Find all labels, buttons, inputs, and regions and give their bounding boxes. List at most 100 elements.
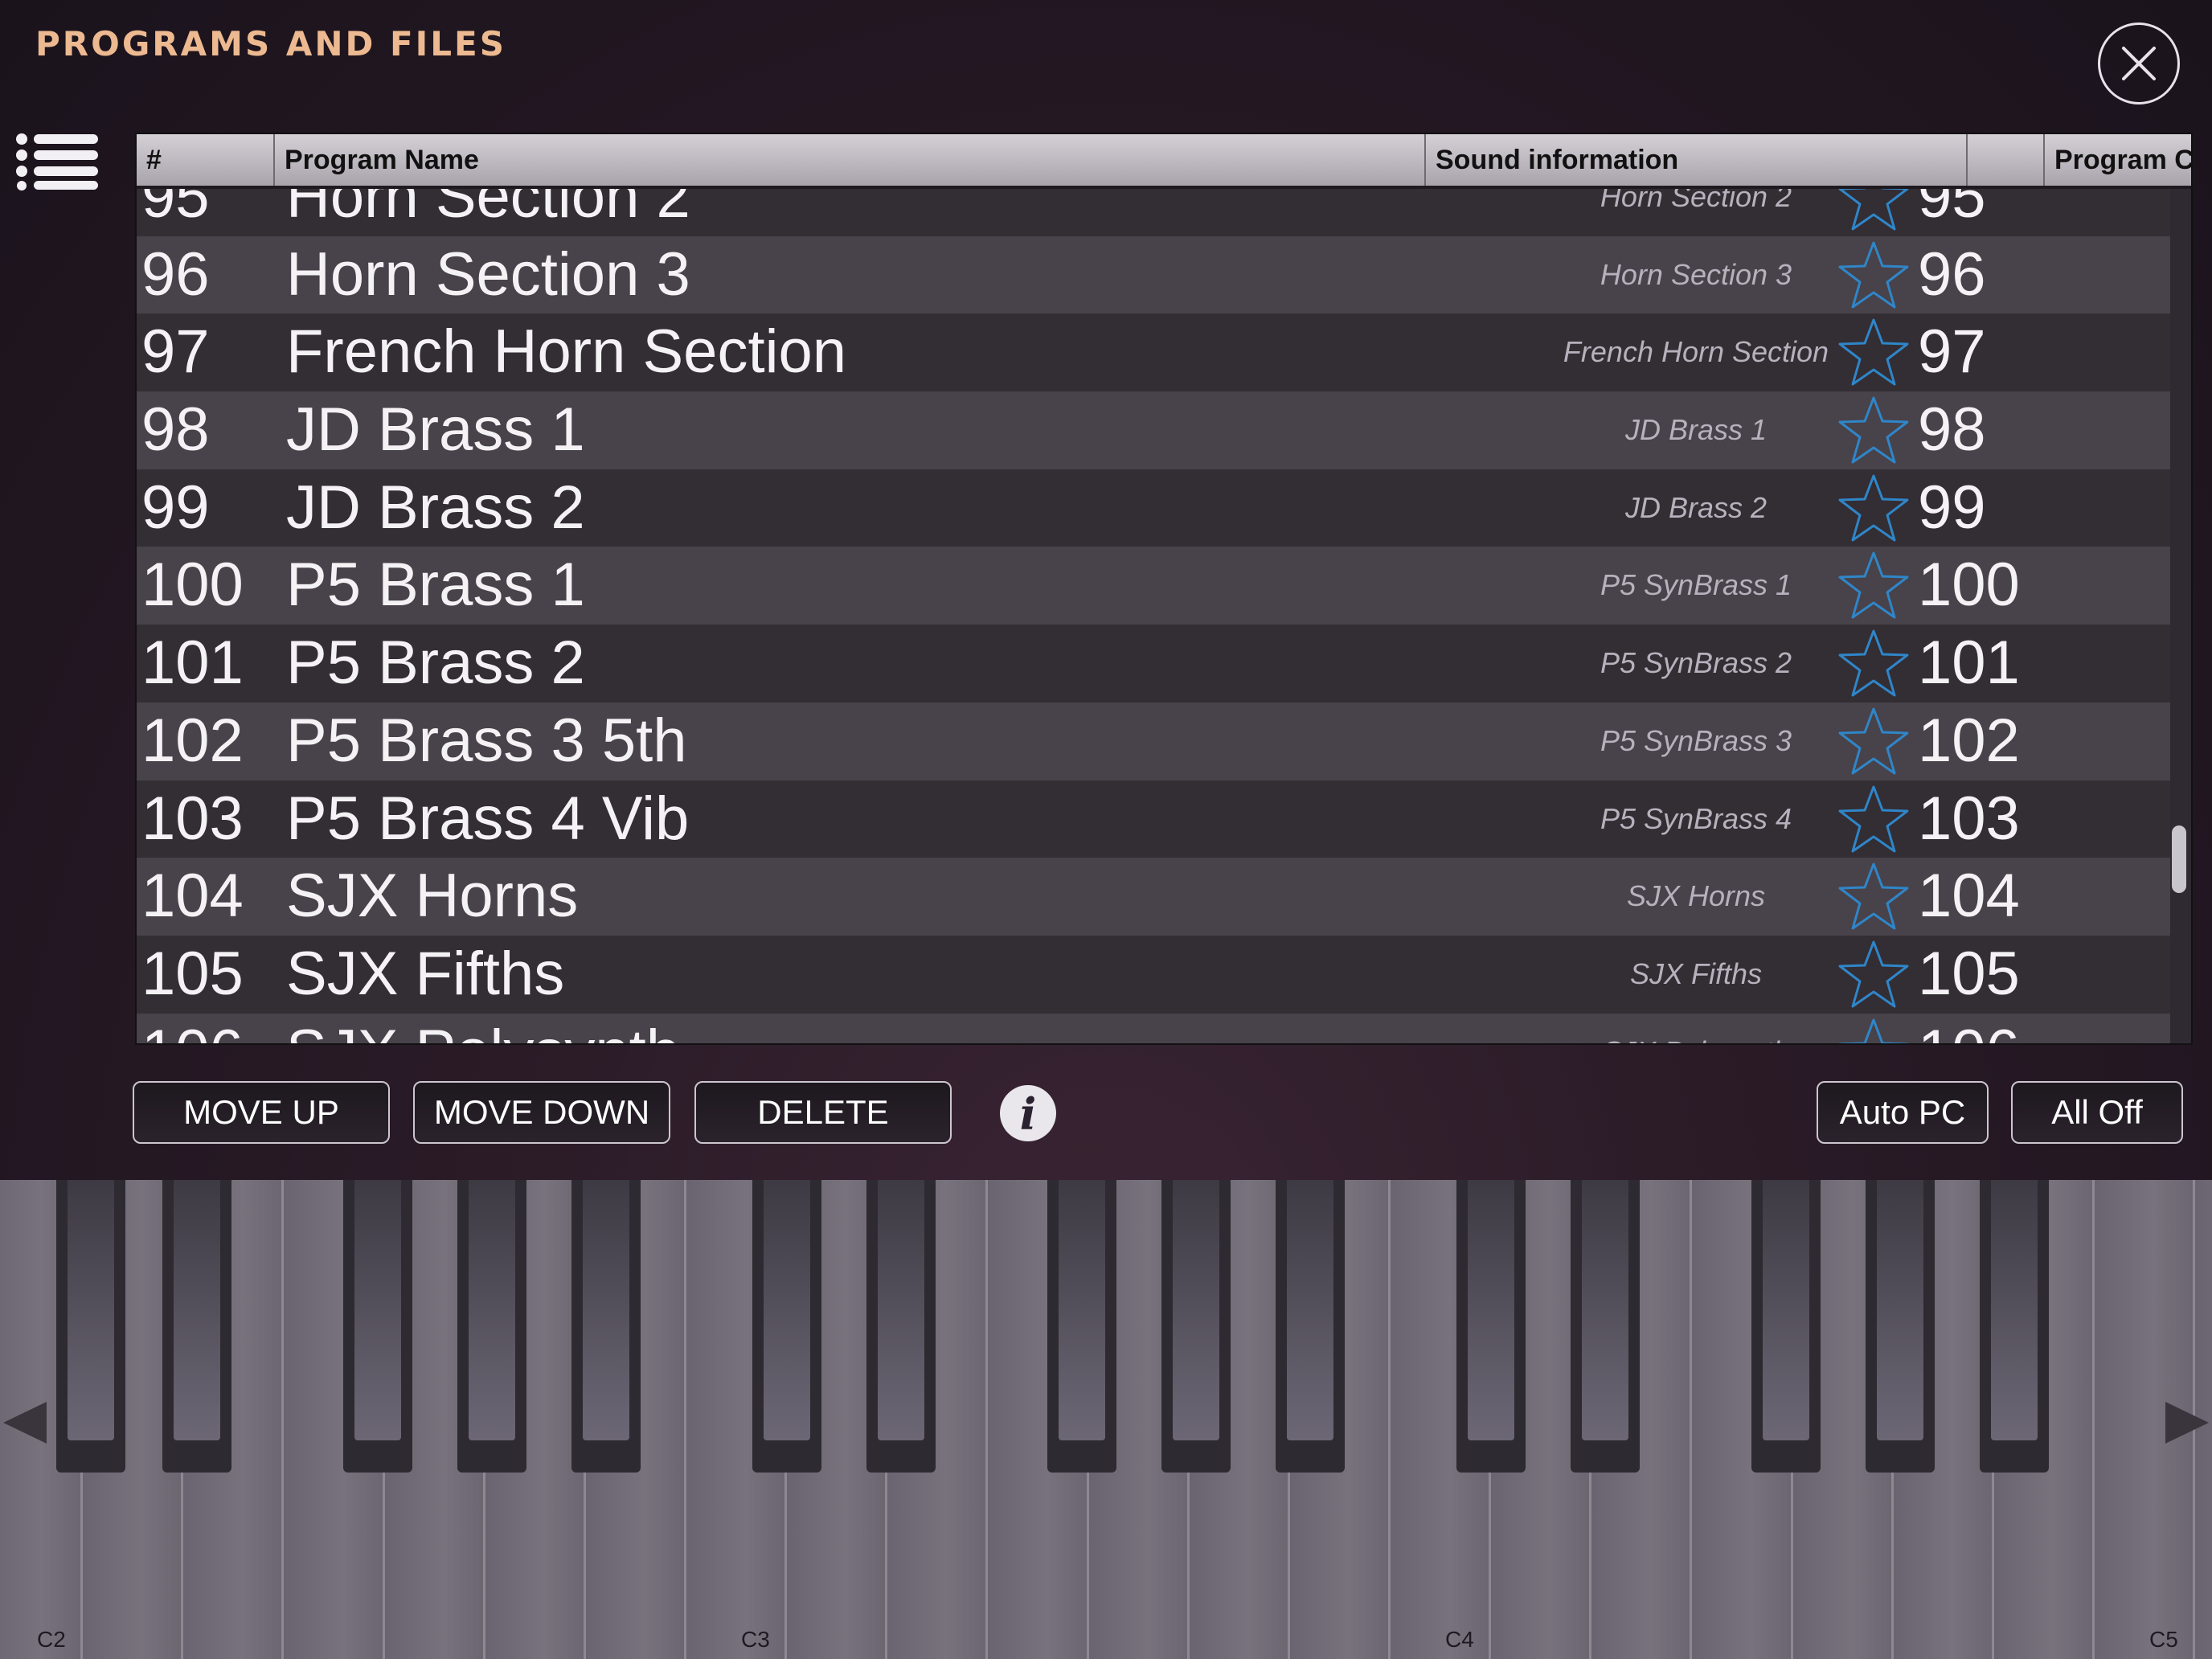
star-outline-icon <box>1838 1018 1909 1043</box>
table-row[interactable]: 102 P5 Brass 3 5th P5 SynBrass 3 102 <box>137 702 2170 780</box>
piano-black-key[interactable] <box>1979 1180 2049 1473</box>
star-outline-icon <box>1838 785 1909 852</box>
programs-panel: PROGRAMS AND FILES # Program Name Sound … <box>0 0 2212 1180</box>
star-outline-icon <box>1838 551 1909 619</box>
program-change-value: 104 <box>1918 862 2020 931</box>
keyboard-scroll-left-button[interactable] <box>0 1391 56 1455</box>
column-header-number[interactable]: # <box>137 134 275 186</box>
all-off-button[interactable]: All Off <box>2011 1081 2183 1144</box>
favorite-toggle[interactable] <box>1833 189 1913 236</box>
program-name: French Horn Section <box>286 317 846 387</box>
table-row[interactable]: 96 Horn Section 3 Horn Section 3 96 <box>137 236 2170 314</box>
table-row[interactable]: 95 Horn Section 2 Horn Section 2 95 <box>137 189 2170 236</box>
close-icon <box>2122 47 2156 80</box>
piano-black-key[interactable] <box>162 1180 231 1473</box>
triangle-left-icon <box>3 1402 47 1444</box>
piano-black-key[interactable] <box>1047 1180 1116 1473</box>
piano-black-key[interactable] <box>752 1180 821 1473</box>
piano-black-key[interactable] <box>1751 1180 1821 1473</box>
info-icon: i <box>1019 1088 1037 1140</box>
table-row[interactable]: 101 P5 Brass 2 P5 SynBrass 2 101 <box>137 625 2170 703</box>
piano-black-key[interactable] <box>56 1180 125 1473</box>
piano-keyboard[interactable] <box>0 1180 2212 1659</box>
column-header-favorite[interactable] <box>1968 134 2045 186</box>
program-number: 104 <box>141 862 244 931</box>
program-change-value: 100 <box>1918 551 2020 620</box>
page-title: PROGRAMS AND FILES <box>35 24 506 63</box>
piano-black-key[interactable] <box>1570 1180 1640 1473</box>
star-outline-icon <box>1838 396 1909 464</box>
piano-black-key[interactable] <box>1161 1180 1231 1473</box>
favorite-toggle[interactable] <box>1833 703 1913 780</box>
table-row[interactable]: 106SJX PolysynthSJX Polysynth106 <box>137 1013 2170 1043</box>
table-row[interactable]: 103 P5 Brass 4 Vib P5 SynBrass 4 103 <box>137 780 2170 858</box>
table-row[interactable]: 104 SJX Horns SJX Horns 104 <box>137 858 2170 936</box>
keyboard-scroll-right-button[interactable] <box>2156 1391 2212 1455</box>
delete-button[interactable]: DELETE <box>694 1081 952 1144</box>
piano-black-key[interactable] <box>343 1180 412 1473</box>
program-change-value: 101 <box>1918 629 2020 698</box>
piano-black-key[interactable] <box>457 1180 526 1473</box>
program-name: JD Brass 1 <box>286 395 585 465</box>
piano-black-key[interactable] <box>866 1180 936 1473</box>
star-outline-icon <box>1838 189 1909 231</box>
table-body[interactable]: 95 Horn Section 2 Horn Section 2 95 96 Horn S… <box>137 189 2170 1043</box>
program-number: 100 <box>141 551 244 620</box>
favorite-toggle[interactable] <box>1833 547 1913 625</box>
column-header-sound-information[interactable]: Sound information <box>1426 134 1968 186</box>
key-label-c3: C3 <box>741 1627 770 1652</box>
table-row[interactable]: 97 French Horn Section French Horn Section… <box>137 313 2170 392</box>
favorite-toggle[interactable] <box>1833 391 1913 469</box>
close-button[interactable] <box>2098 23 2180 104</box>
program-number: 96 <box>141 240 210 309</box>
program-number: 98 <box>141 395 210 465</box>
favorite-toggle[interactable] <box>1833 1014 1913 1043</box>
program-number: 102 <box>141 706 244 775</box>
favorite-toggle[interactable] <box>1833 236 1913 314</box>
program-change-value: 103 <box>1918 784 2020 853</box>
program-number: 106 <box>141 1014 244 1043</box>
table-rows: 95 Horn Section 2 Horn Section 2 95 96 Horn S… <box>137 189 2170 1043</box>
program-change-value: 95 <box>1918 189 1986 231</box>
program-change-value: 106 <box>1918 1014 2020 1043</box>
star-outline-icon <box>1838 241 1909 309</box>
piano-black-key[interactable] <box>571 1180 641 1473</box>
triangle-right-icon <box>2165 1402 2209 1444</box>
move-up-button[interactable]: MOVE UP <box>133 1081 390 1144</box>
key-label-c2: C2 <box>37 1627 66 1652</box>
key-label-c4: C4 <box>1445 1627 1474 1652</box>
table-row[interactable]: 99 JD Brass 2 JD Brass 2 99 <box>137 469 2170 547</box>
table-header: # Program Name Sound information Program… <box>137 134 2191 189</box>
star-outline-icon <box>1838 629 1909 697</box>
column-header-program-change[interactable]: Program Change <box>2045 134 2191 186</box>
program-name: P5 Brass 1 <box>286 551 585 620</box>
program-change-value: 99 <box>1918 473 1986 542</box>
program-number: 99 <box>141 473 210 542</box>
piano-black-key[interactable] <box>1275 1180 1345 1473</box>
program-name: Horn Section 2 <box>286 189 690 231</box>
move-down-button[interactable]: MOVE DOWN <box>413 1081 670 1144</box>
favorite-toggle[interactable] <box>1833 469 1913 547</box>
column-header-program-name[interactable]: Program Name <box>275 134 1426 186</box>
piano-black-key[interactable] <box>1456 1180 1526 1473</box>
favorite-toggle[interactable] <box>1833 936 1913 1014</box>
table-row[interactable]: 98 JD Brass 1 JD Brass 1 98 <box>137 391 2170 469</box>
program-number: 95 <box>141 189 210 231</box>
program-change-value: 105 <box>1918 939 2020 1008</box>
program-name: Horn Section 3 <box>286 240 690 309</box>
piano-black-key[interactable] <box>1865 1180 1935 1473</box>
table-row[interactable]: 105 SJX Fifths SJX Fifths 105 <box>137 935 2170 1014</box>
auto-pc-button[interactable]: Auto PC <box>1817 1081 1989 1144</box>
favorite-toggle[interactable] <box>1833 780 1913 858</box>
menu-button[interactable] <box>14 133 100 190</box>
info-button[interactable]: i <box>1000 1085 1056 1141</box>
program-name: JD Brass 2 <box>286 473 585 542</box>
scrollbar-thumb[interactable] <box>2172 825 2186 893</box>
program-table: # Program Name Sound information Program… <box>135 133 2193 1045</box>
program-change-value: 102 <box>1918 706 2020 775</box>
program-change-value: 98 <box>1918 395 1986 465</box>
favorite-toggle[interactable] <box>1833 625 1913 703</box>
favorite-toggle[interactable] <box>1833 858 1913 936</box>
favorite-toggle[interactable] <box>1833 313 1913 391</box>
table-row[interactable]: 100 P5 Brass 1 P5 SynBrass 1 100 <box>137 547 2170 625</box>
